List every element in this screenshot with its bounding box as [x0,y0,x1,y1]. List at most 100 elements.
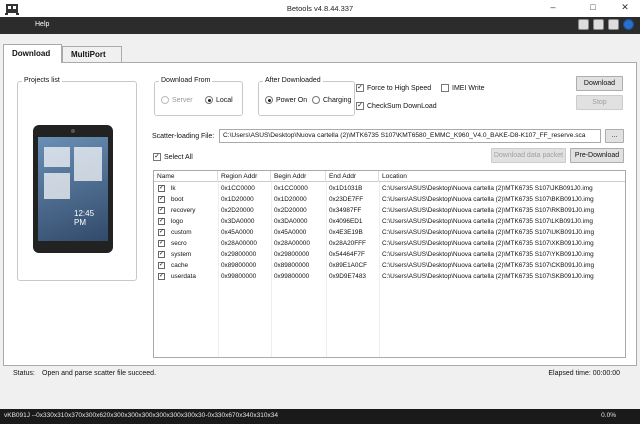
maximize-button[interactable]: □ [580,0,606,16]
cell-end-addr: 0x23DE7FF [329,196,364,203]
minimize-button[interactable]: – [540,0,566,16]
after-downloaded-label: After Downloaded [263,77,323,84]
cell-location[interactable]: C:\Users\ASUS\Desktop\Nuova cartella (2)… [379,216,625,227]
row-checkbox[interactable]: ✓ [158,273,165,280]
cell-end-addr: 0x4096ED1 [329,218,363,225]
radio-charging-dot [312,96,320,104]
row-checkbox[interactable]: ✓ [158,207,165,214]
cell-location[interactable]: C:\Users\ASUS\Desktop\Nuova cartella (2)… [379,249,625,260]
help-globe-icon[interactable] [623,19,634,30]
table-row[interactable]: ✓ lk 0x1CC0000 0x1CC0000 0x1D1031B C:\Users\A… [154,183,625,194]
radio-power-on-dot [265,96,273,104]
browse-button[interactable]: ... [605,129,624,143]
row-checkbox[interactable]: ✓ [158,240,165,247]
cell-end-addr: 0x28A20FFF [329,240,366,247]
progress-bar: vKB091J --0x330x310x370x300x620x300x300x… [0,409,640,424]
device-screen: 12:45 PM [38,137,108,241]
title-bar: Betools v4.8.44.337 – □ ✕ [0,0,640,17]
cell-begin-addr: 0x28A00000 [274,240,310,247]
close-button[interactable]: ✕ [612,0,638,16]
table-row[interactable]: ✓ recovery 0x2D20000 0x2D20000 0x34987FF C:\U… [154,205,625,216]
column-region-addr[interactable]: Region Addr [218,171,271,182]
scatter-file-label: Scatter-loading File: [152,133,215,140]
report-icon[interactable] [608,19,619,30]
column-begin-addr[interactable]: Begin Addr [271,171,326,182]
column-name[interactable]: Name [154,171,218,182]
settings-icon[interactable] [578,19,589,30]
column-end-addr[interactable]: End Addr [326,171,379,182]
select-all-checkbox[interactable]: ✓ Select All [153,153,193,161]
status-bar: Status: Open and parse scatter file succ… [0,366,640,382]
cell-partition-name: recovery [171,207,196,214]
cell-end-addr: 0x1D1031B [329,185,363,192]
radio-charging[interactable]: Charging [312,96,351,104]
row-checkbox[interactable]: ✓ [158,196,165,203]
cell-location[interactable]: C:\Users\ASUS\Desktop\Nuova cartella (2)… [379,194,625,205]
screen-widget [44,147,70,167]
cell-partition-name: logo [171,218,184,225]
row-checkbox[interactable]: ✓ [158,185,165,192]
table-row[interactable]: ✓ userdata 0x99800000 0x99800000 0x9D9E7483 C… [154,271,625,282]
cell-location[interactable]: C:\Users\ASUS\Desktop\Nuova cartella (2)… [379,183,625,194]
cell-location[interactable]: C:\Users\ASUS\Desktop\Nuova cartella (2)… [379,205,625,216]
table-header: Name Region Addr Begin Addr End Addr Loc… [154,171,625,182]
cell-begin-addr: 0x1D20000 [274,196,307,203]
table-row[interactable]: ✓ cache 0x89800000 0x89800000 0x89E1A0CF C:\U… [154,260,625,271]
radio-server[interactable]: Server [161,96,193,104]
cell-partition-name: secro [171,240,187,247]
cell-region-addr: 0x1D20000 [221,196,254,203]
table-row[interactable]: ✓ custom 0x45A0000 0x45A0000 0x4E3E19B C:\Use… [154,227,625,238]
radio-local[interactable]: Local [205,96,233,104]
cell-begin-addr: 0x29800000 [274,251,310,258]
row-checkbox[interactable]: ✓ [158,251,165,258]
screen-widget [74,147,102,181]
column-location[interactable]: Location [379,171,627,182]
tab-multiport[interactable]: MultiPort [62,46,122,62]
cell-region-addr: 0x89800000 [221,262,257,269]
row-checkbox[interactable]: ✓ [158,218,165,225]
download-data-packet-button[interactable]: Download data packet [491,148,566,163]
radio-power-on[interactable]: Power On [265,96,307,104]
cell-region-addr: 0x3DA0000 [221,218,255,225]
cell-region-addr: 0x28A00000 [221,240,257,247]
menu-help[interactable]: Help [35,21,49,28]
pre-download-button[interactable]: Pre-Download [570,148,624,163]
cell-begin-addr: 0x1CC0000 [274,185,308,192]
cell-end-addr: 0x54464F7F [329,251,365,258]
projects-list-group: Projects list 12:45 PM [17,77,137,281]
screen-widget [44,173,70,199]
imei-write-checkbox[interactable]: IMEI Write [441,84,485,92]
cell-location[interactable]: C:\Users\ASUS\Desktop\Nuova cartella (2)… [379,271,625,282]
download-panel: Projects list 12:45 PM Download From Ser… [3,62,637,366]
tab-strip: Download MultiPort [0,44,640,63]
tab-download[interactable]: Download [3,44,62,63]
cell-end-addr: 0x89E1A0CF [329,262,368,269]
row-checkbox[interactable]: ✓ [158,229,165,236]
row-checkbox[interactable]: ✓ [158,262,165,269]
cell-location[interactable]: C:\Users\ASUS\Desktop\Nuova cartella (2)… [379,260,625,271]
device-image: 12:45 PM [33,125,113,253]
toolbar-icons [578,19,634,30]
cell-partition-name: boot [171,196,184,203]
screen-clock: 12:45 PM [74,209,95,227]
cell-end-addr: 0x9D9E7483 [329,273,366,280]
cell-partition-name: cache [171,262,189,269]
cell-location[interactable]: C:\Users\ASUS\Desktop\Nuova cartella (2)… [379,238,625,249]
progress-info: vKB091J --0x330x310x370x300x620x300x300x… [4,412,278,419]
table-row[interactable]: ✓ secro 0x28A00000 0x28A00000 0x28A20FFF C:\U… [154,238,625,249]
cell-partition-name: system [171,251,192,258]
table-row[interactable]: ✓ boot 0x1D20000 0x1D20000 0x23DE7FF C:\Users… [154,194,625,205]
scatter-file-path[interactable]: C:\Users\ASUS\Desktop\Nuova cartella (2)… [219,129,601,143]
table-row[interactable]: ✓ logo 0x3DA0000 0x3DA0000 0x4096ED1 C:\Users… [154,216,625,227]
projects-list-label: Projects list [22,77,62,84]
checksum-download-checkbox[interactable]: ✓ CheckSum DownLoad [356,102,437,110]
cell-location[interactable]: C:\Users\ASUS\Desktop\Nuova cartella (2)… [379,227,625,238]
cell-begin-addr: 0x89800000 [274,262,310,269]
info-icon[interactable] [593,19,604,30]
cell-end-addr: 0x34987FF [329,207,362,214]
stop-button[interactable]: Stop [576,95,623,110]
table-row[interactable]: ✓ system 0x29800000 0x29800000 0x54464F7F C:\… [154,249,625,260]
force-high-speed-checkbox[interactable]: ✓ Force to High Speed [356,84,431,92]
download-button[interactable]: Download [576,76,623,91]
elapsed-time: Elapsed time: 00:00:00 [548,370,620,377]
